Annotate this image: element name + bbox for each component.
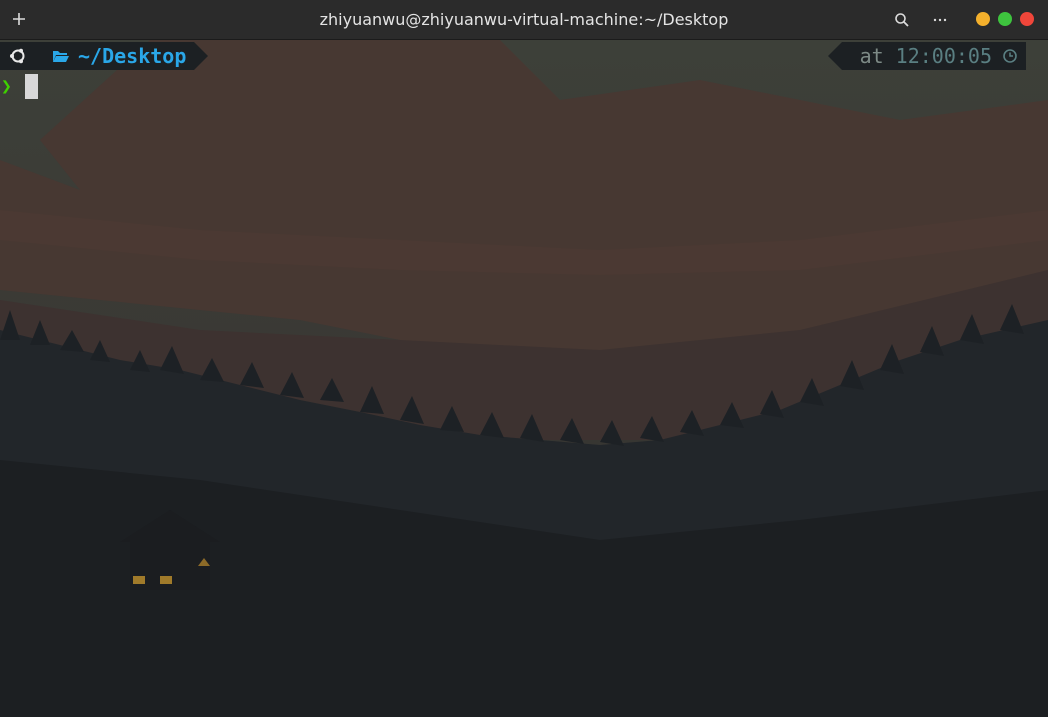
current-directory: ~/Desktop [78, 44, 187, 68]
text-cursor [25, 73, 38, 99]
os-segment [0, 42, 50, 70]
prompt-time: 12:00:05 [895, 44, 992, 68]
command-line[interactable]: ❯ [0, 72, 38, 100]
maximize-button[interactable] [998, 12, 1012, 26]
minimize-button[interactable] [976, 12, 990, 26]
terminal-area[interactable]: ~/Desktop at 12:00:05 ❯ [0, 40, 1048, 717]
close-button[interactable] [1020, 12, 1034, 26]
prompt-left-segments: ~/Desktop [0, 42, 209, 70]
prompt-symbol: ❯ [1, 75, 12, 97]
wallpaper-background [0, 40, 1048, 717]
new-tab-button[interactable] [6, 6, 32, 32]
title-bar[interactable]: zhiyuanwu@zhiyuanwu-virtual-machine:~/De… [0, 0, 1048, 40]
segment-end-icon [194, 42, 209, 70]
time-prefix: at [859, 44, 884, 68]
search-icon [895, 13, 909, 27]
prompt-right-segment: at 12:00:05 [827, 42, 1026, 70]
more-horizontal-icon [933, 18, 947, 22]
menu-button[interactable] [928, 8, 952, 32]
plus-icon [13, 13, 25, 25]
segment-start-icon [827, 42, 842, 70]
directory-segment: ~/Desktop [36, 42, 209, 70]
folder-open-icon [53, 51, 69, 62]
clock-icon [1003, 49, 1017, 63]
terminal-window: zhiyuanwu@zhiyuanwu-virtual-machine:~/De… [0, 0, 1048, 717]
search-button[interactable] [890, 8, 914, 32]
ubuntu-logo-icon [10, 48, 25, 64]
